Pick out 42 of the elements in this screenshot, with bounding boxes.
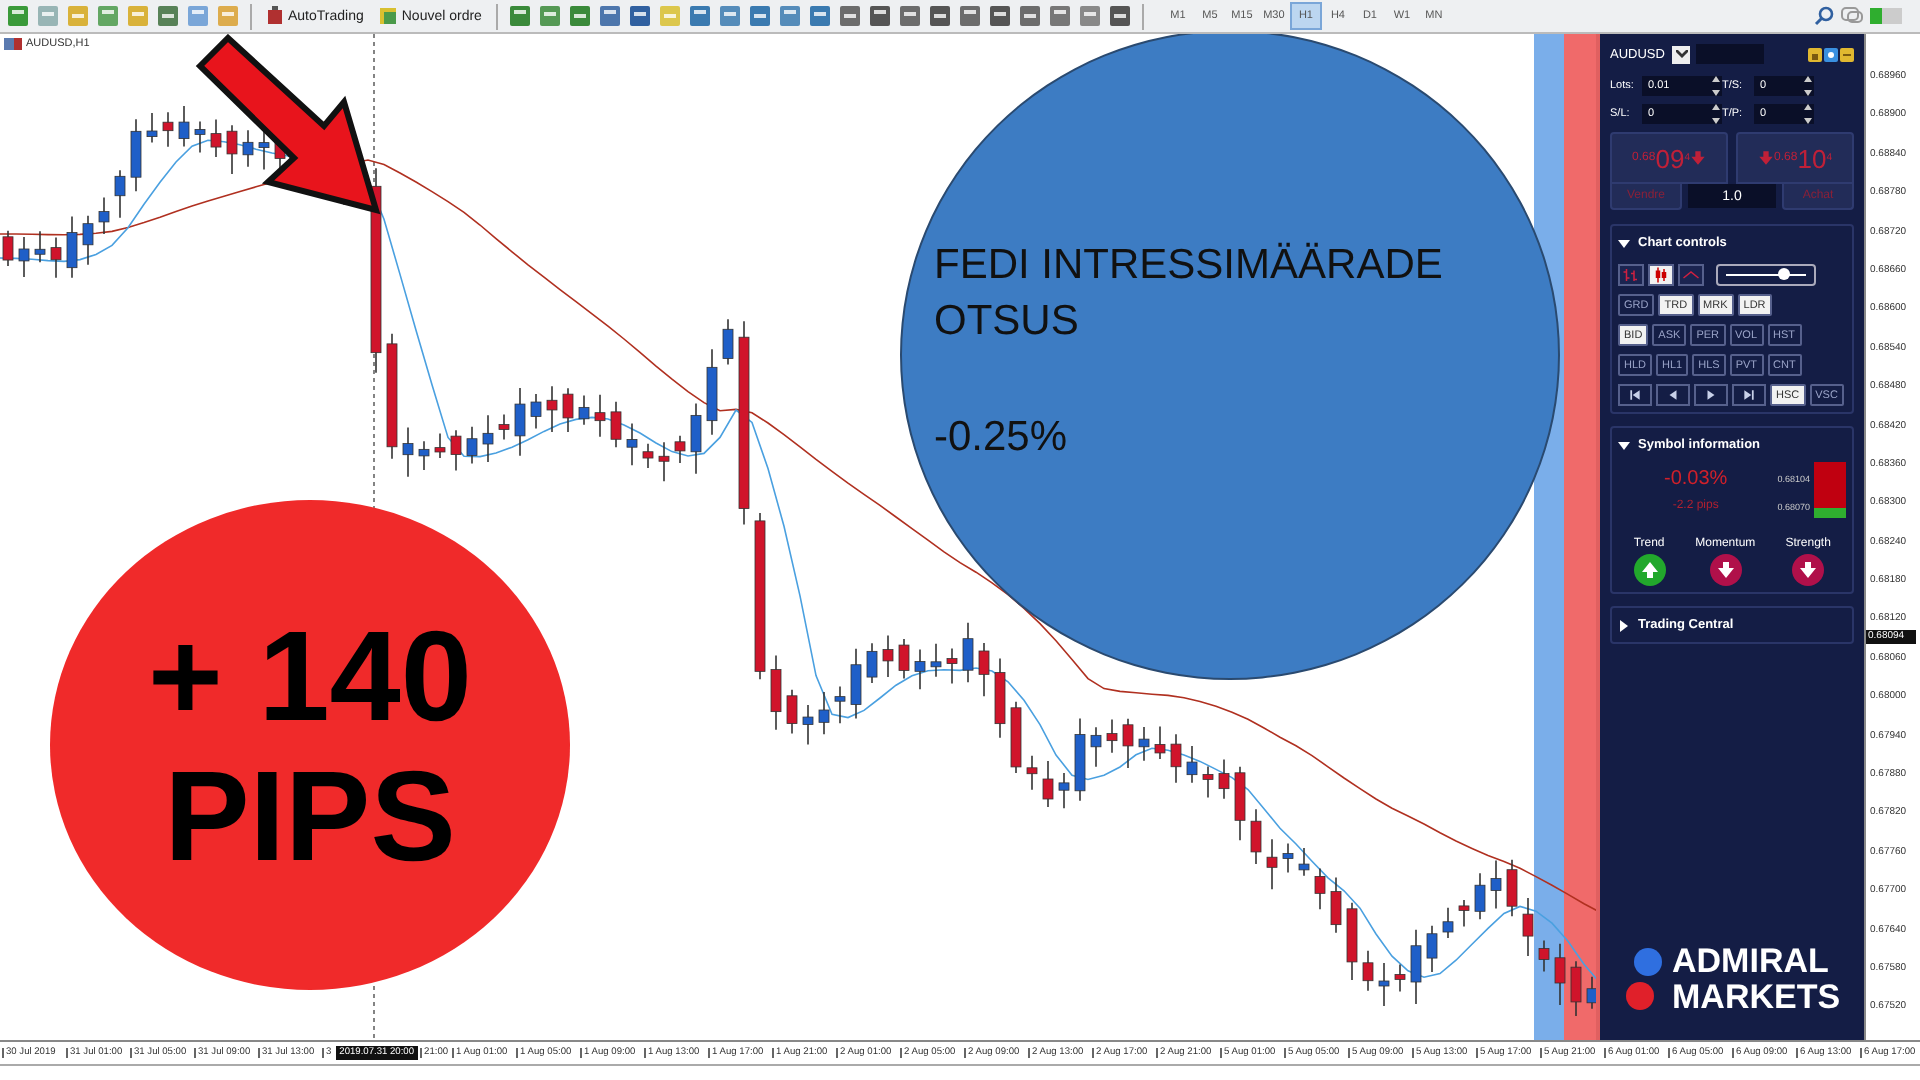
- pips-text: + 140: [148, 605, 472, 745]
- prev-icon: [1666, 388, 1680, 402]
- logo-text: ADMIRAL: [1672, 944, 1831, 980]
- chart-type-button[interactable]: [1618, 264, 1644, 286]
- first-button[interactable]: [1618, 384, 1652, 406]
- next-button[interactable]: [1694, 384, 1728, 406]
- chevron-down-icon: [1675, 50, 1687, 58]
- robot-icon: [266, 6, 284, 26]
- lock-icon[interactable]: [1808, 47, 1822, 61]
- chart-type-button[interactable]: [1648, 264, 1674, 286]
- prev-button[interactable]: [1656, 384, 1690, 406]
- zoom-slider[interactable]: [1716, 264, 1816, 286]
- next-icon: [1704, 388, 1718, 402]
- symbol-dropdown[interactable]: [1672, 45, 1690, 63]
- first-icon: [1628, 388, 1642, 402]
- spinner-icon[interactable]: [1712, 104, 1720, 124]
- logo-dots-icon: [1624, 946, 1664, 1014]
- pips-text: PIPS: [164, 745, 456, 885]
- search-icon[interactable]: [1814, 6, 1834, 26]
- spinner-icon[interactable]: [1804, 104, 1812, 124]
- symbol-search-field[interactable]: [1696, 44, 1764, 64]
- last-icon: [1742, 388, 1756, 402]
- settings-icon[interactable]: [1824, 47, 1838, 61]
- news-headline: FEDI INTRESSIMÄÄRADE OTSUS: [934, 240, 1445, 348]
- bars-icon: [1622, 266, 1640, 284]
- order-icon: [377, 6, 398, 26]
- chart-window-icon: [4, 38, 22, 50]
- slider-thumb[interactable]: [1777, 268, 1790, 280]
- minimize-icon[interactable]: [1840, 47, 1854, 61]
- percent-change: -0.03%: [1662, 467, 1730, 490]
- range-bar: [1814, 462, 1846, 518]
- spinner-icon[interactable]: [1712, 76, 1720, 96]
- arrow-down-icon: [1758, 150, 1775, 166]
- line-icon: [1682, 266, 1700, 284]
- signal-strength-icon: [1870, 6, 1906, 26]
- chart-type-button[interactable]: [1678, 264, 1704, 286]
- logo-text: MARKETS: [1672, 980, 1841, 1016]
- spinner-icon[interactable]: [1804, 76, 1812, 96]
- rate-change: -0.25%: [934, 414, 1068, 462]
- chat-icon[interactable]: [1840, 6, 1864, 26]
- last-button[interactable]: [1732, 384, 1766, 406]
- arrow-down-icon: [1689, 150, 1706, 166]
